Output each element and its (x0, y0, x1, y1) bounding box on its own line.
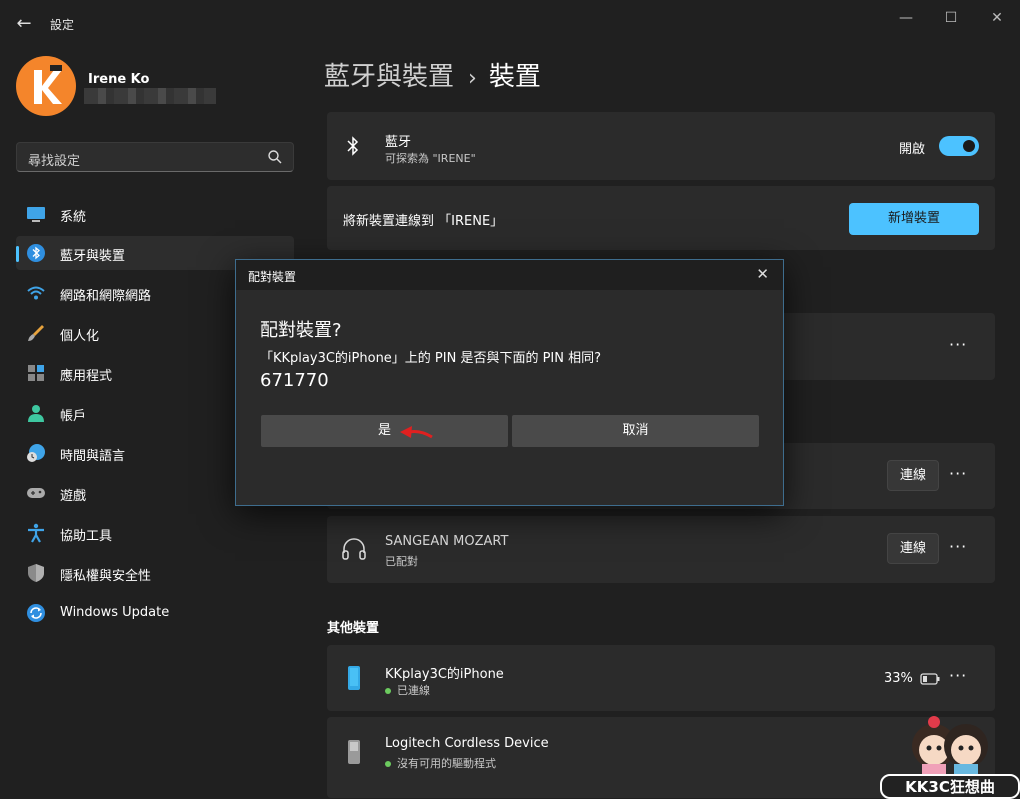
sidebar-item-label: 時間與語言 (60, 449, 126, 464)
add-device-button[interactable]: 新增裝置 (849, 203, 979, 235)
connect-button[interactable]: 連線 (887, 460, 939, 491)
pin-code: 671770 (260, 370, 329, 391)
user-name: Irene Ko (88, 72, 150, 87)
avatar-logo-icon (34, 65, 62, 104)
more-options-button[interactable]: ··· (949, 537, 967, 556)
person-icon (28, 405, 44, 422)
mascot-illustration-icon (912, 716, 988, 776)
more-options-button[interactable]: ··· (949, 464, 967, 483)
sidebar-item-label: 網路和網際網路 (60, 289, 152, 304)
sidebar-item-label: 藍牙與裝置 (60, 249, 126, 264)
device-card-sangean: SANGEAN MOZART 已配對 連線 ··· (327, 516, 995, 583)
red-arrow-annotation-icon (400, 426, 433, 439)
wifi-icon (27, 286, 45, 300)
accessibility-icon (28, 523, 44, 543)
device-icon (348, 740, 360, 764)
device-name: Logitech Cordless Device (385, 736, 549, 751)
close-button[interactable]: ✕ (977, 6, 1017, 30)
sidebar-item-label: 協助工具 (60, 529, 113, 544)
user-email-redacted (84, 88, 216, 104)
sidebar-item-label: 隱私權與安全性 (60, 569, 152, 584)
battery-level: 33% (884, 671, 913, 686)
bluetooth-icon (347, 136, 359, 156)
bluetooth-title: 藍牙 (385, 135, 412, 150)
toggle-label: 開啟 (899, 142, 926, 157)
add-device-text: 將新裝置連線到 「IRENE」 (343, 214, 504, 229)
breadcrumb-separator: › (468, 66, 477, 91)
update-icon (27, 604, 45, 622)
dialog-message: 「KKplay3C的iPhone」上的 PIN 是否與下面的 PIN 相同? (260, 351, 602, 366)
device-name: SANGEAN MOZART (385, 534, 509, 549)
device-card-iphone: KKplay3C的iPhone 已連線 33% ··· (327, 645, 995, 711)
yes-button[interactable]: 是 (261, 415, 508, 447)
search-placeholder: 尋找設定 (28, 154, 81, 169)
avatar[interactable] (16, 56, 76, 116)
sidebar-item-privacy[interactable]: 隱私權與安全性 (16, 556, 294, 590)
search-icon (268, 150, 282, 164)
title-bar: ← 設定 — ☐ ✕ (0, 0, 1020, 46)
sidebar-item-label: 應用程式 (60, 369, 113, 384)
breadcrumb: 藍牙與裝置 › 裝置 (324, 56, 541, 93)
dialog-window-title: 配對裝置 (248, 270, 297, 284)
device-status-text: 沒有可用的驅動程式 (397, 757, 496, 770)
section-heading-other-devices: 其他裝置 (327, 621, 380, 636)
brush-icon (28, 325, 44, 341)
device-status: 已配對 (385, 555, 418, 568)
sidebar-item-accessibility[interactable]: 協助工具 (16, 516, 294, 550)
dialog-title-bar: 配對裝置 ✕ (236, 260, 783, 290)
connected-dot-icon (385, 761, 391, 767)
sidebar-item-label: 個人化 (60, 329, 100, 344)
globe-clock-icon (27, 444, 45, 462)
monitor-icon (27, 207, 45, 222)
maximize-button[interactable]: ☐ (931, 6, 971, 30)
connected-dot-icon (385, 688, 391, 694)
battery-icon (920, 673, 940, 685)
back-button[interactable]: ← (12, 12, 36, 36)
active-indicator (16, 246, 19, 262)
add-device-card: 將新裝置連線到 「IRENE」 新增裝置 (327, 186, 995, 250)
bluetooth-subtitle: 可探索為 "IRENE" (385, 152, 476, 165)
minimize-button[interactable]: — (886, 6, 926, 30)
device-status-text: 已連線 (397, 684, 430, 697)
connect-button[interactable]: 連線 (887, 533, 939, 564)
sidebar-item-label: Windows Update (60, 605, 170, 620)
apps-icon (28, 365, 44, 381)
sidebar-item-label: 系統 (60, 210, 87, 225)
bluetooth-icon (27, 244, 45, 262)
search-input[interactable]: 尋找設定 (16, 142, 294, 172)
phone-icon (348, 666, 360, 690)
device-status: 已連線 (385, 682, 430, 698)
sidebar-item-system[interactable]: 系統 (16, 197, 294, 231)
breadcrumb-parent[interactable]: 藍牙與裝置 (324, 62, 454, 92)
sidebar-item-label: 遊戲 (60, 489, 87, 504)
watermark-text: KK3C狂想曲 (880, 774, 1020, 799)
sidebar-item-windows-update[interactable]: Windows Update (16, 596, 294, 630)
headphones-icon (342, 538, 366, 560)
bluetooth-toggle[interactable] (939, 136, 979, 156)
gamepad-icon (27, 488, 45, 498)
device-status: 沒有可用的驅動程式 (385, 755, 496, 771)
dialog-heading: 配對裝置? (260, 320, 342, 341)
shield-icon (28, 564, 44, 582)
sidebar-item-label: 帳戶 (60, 409, 87, 424)
dialog-close-button[interactable]: ✕ (756, 265, 769, 283)
more-options-button[interactable]: ··· (949, 666, 967, 685)
more-options-button[interactable]: ··· (949, 335, 967, 354)
bluetooth-card: 藍牙 可探索為 "IRENE" 開啟 (327, 112, 995, 180)
toggle-knob (963, 140, 975, 152)
app-title: 設定 (50, 18, 75, 32)
watermark: KK3C狂想曲 (880, 712, 1020, 799)
cancel-button[interactable]: 取消 (512, 415, 759, 447)
pair-device-dialog: 配對裝置 ✕ 配對裝置? 「KKplay3C的iPhone」上的 PIN 是否與… (235, 259, 784, 506)
device-name: KKplay3C的iPhone (385, 667, 504, 682)
page-title: 裝置 (488, 62, 541, 92)
